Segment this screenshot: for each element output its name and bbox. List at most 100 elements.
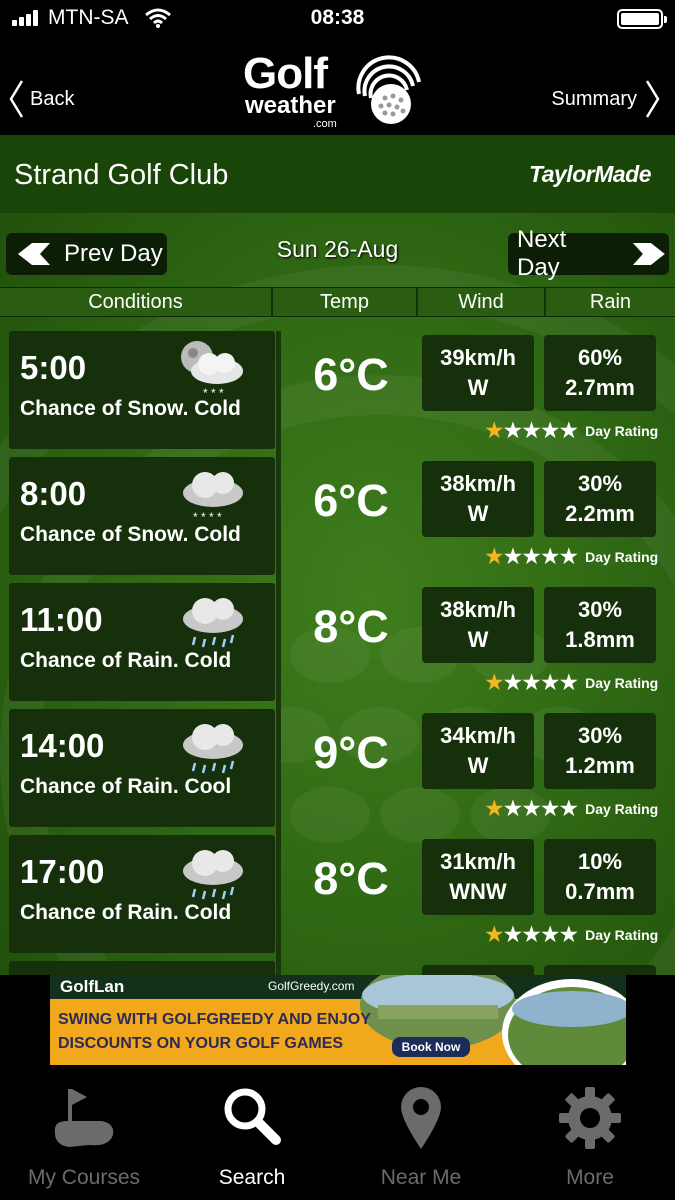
gear-icon [559, 1087, 621, 1149]
forecast-row[interactable]: 14:00 Chance of Rain. Cool 9°C 34km/h W … [0, 709, 675, 835]
day-rating: ★★★★★ Day Rating [484, 669, 658, 696]
forecast-row[interactable]: 8:00 Chance of Snow. Cold * * * * 6°C 38… [0, 457, 675, 583]
rain-cell: 30% 1.2mm [544, 713, 656, 789]
snow-cloud-icon: * * * * [183, 472, 243, 524]
conditions-cell: 8:00 Chance of Snow. Cold * * * * [9, 457, 275, 575]
wind-speed: 38km/h [440, 471, 516, 496]
day-rating: ★★★★★ Day Rating [484, 921, 658, 948]
forecast-time: 8:00 [20, 475, 87, 512]
star-rating-icon: ★★★★★ [484, 921, 579, 947]
summary-button[interactable]: Summary [551, 76, 661, 122]
next-day-label: Next Day [517, 226, 567, 281]
rain-amount: 2.2mm [565, 501, 635, 526]
golfweather-logo: Golf weather .com [243, 52, 428, 132]
temperature: 6°C [313, 349, 389, 400]
forecast-row[interactable]: 17:00 Chance of Rain. Cold 8°C 31km/h WN… [0, 835, 675, 961]
logo-text-weather: weather [245, 92, 336, 119]
wind-speed: 39km/h [440, 345, 516, 370]
ad-banner[interactable]: GolfLan GolfGreedy.com SWING WITH GOLFGR… [50, 975, 626, 1065]
wind-direction: W [467, 375, 489, 400]
sponsor-logo: TaylorMade [529, 161, 651, 187]
rain-chance: 60% [577, 345, 623, 370]
nav-bar: Back Golf weather .com Summary [0, 38, 675, 135]
tab-my-courses[interactable]: My Courses [0, 1065, 168, 1200]
chevron-right-icon [645, 80, 660, 118]
rain-chance: 30% [577, 471, 623, 496]
forecast-list: 5:00 Chance of Snow. Cold * * * 6°C 39km… [0, 331, 675, 975]
tab-more[interactable]: More [506, 1065, 674, 1200]
conditions-cell: 14:00 Chance of Rain. Cool [9, 709, 275, 827]
tab-label: More [566, 1166, 614, 1189]
wind-speed: 31km/h [440, 849, 516, 874]
battery-icon [617, 9, 667, 29]
temperature: 8°C [313, 853, 389, 904]
tab-label: Search [218, 1166, 286, 1189]
svg-text:* * *: * * * [203, 386, 224, 400]
star-rating-icon: ★★★★★ [484, 795, 579, 821]
conditions-cell [9, 961, 275, 975]
search-icon [224, 1088, 281, 1145]
back-button[interactable]: Back [8, 76, 74, 122]
logo-text-com: .com [313, 118, 337, 130]
header-wind: Wind [418, 288, 546, 316]
day-rating-label: Day Rating [585, 926, 659, 943]
star-rating-icon: ★★★★★ [484, 669, 579, 695]
rain-chance: 10% [577, 849, 623, 874]
column-divider [276, 331, 281, 457]
conditions-cell: 5:00 Chance of Snow. Cold * * * [9, 331, 275, 449]
wind-cell: 39km/h W [422, 335, 534, 411]
rain-cell: 10% 0.7mm [544, 839, 656, 915]
day-rating: ★★★★★ Day Rating [484, 543, 658, 570]
rain-amount: 0.7mm [565, 879, 635, 904]
temperature: 9°C [313, 727, 389, 778]
rain-cloud-icon [183, 850, 243, 900]
rain-cell: 60% 2.7mm [544, 335, 656, 411]
rain-amount: 1.2mm [565, 753, 635, 778]
wind-speed: 38km/h [440, 597, 516, 622]
day-rating-label: Day Rating [585, 674, 659, 691]
ad-headline-line2: DISCOUNTS ON YOUR GOLF GAMES [58, 1035, 344, 1052]
conditions-cell: 17:00 Chance of Rain. Cold [9, 835, 275, 953]
tab-bar: My Courses Search Near Me More [0, 1065, 675, 1200]
summary-label: Summary [551, 87, 637, 110]
column-divider [276, 835, 281, 961]
ad-book-now-button[interactable]: Book Now [392, 1037, 470, 1057]
column-headers: Conditions Temp Wind Rain [0, 287, 675, 317]
wind-cell: 38km/h W [422, 461, 534, 537]
next-day-button[interactable]: Next Day [508, 226, 669, 281]
rain-cell [544, 965, 656, 975]
star-rating-icon: ★★★★★ [484, 543, 579, 569]
wind-speed: 34km/h [440, 723, 516, 748]
ad-partner: GolfGreedy.com [268, 979, 355, 993]
forecast-time: 11:00 [20, 601, 103, 638]
tab-label: Near Me [380, 1166, 462, 1189]
forecast-row[interactable]: 5:00 Chance of Snow. Cold * * * 6°C 39km… [0, 331, 675, 457]
ad-headline-line1: SWING WITH GOLFGREEDY AND ENJOY [58, 1011, 371, 1028]
temperature: 8°C [313, 601, 389, 652]
club-name: Strand Golf Club [14, 159, 229, 191]
back-label: Back [30, 87, 75, 110]
forecast-row-partial[interactable] [0, 961, 675, 975]
forecast-row[interactable]: 11:00 Chance of Rain. Cold 8°C 38km/h W … [0, 583, 675, 709]
tab-near-me[interactable]: Near Me [337, 1065, 505, 1200]
header-temp: Temp [273, 288, 418, 316]
day-rating: ★★★★★ Day Rating [484, 417, 658, 444]
column-divider [276, 961, 281, 975]
wind-direction: W [467, 753, 489, 778]
wind-direction: W [467, 627, 489, 652]
club-header: Strand Golf Club TaylorMade [0, 135, 675, 213]
wind-cell [422, 965, 534, 975]
column-divider [276, 583, 281, 709]
day-rating-label: Day Rating [585, 548, 659, 565]
forecast-screen: Strand Golf Club TaylorMade Prev Day Sun… [0, 135, 675, 975]
wind-direction: W [467, 501, 489, 526]
column-divider [276, 709, 281, 835]
day-rating-label: Day Rating [585, 422, 659, 439]
wind-direction: WNW [449, 879, 507, 904]
rain-chance: 30% [577, 597, 623, 622]
rain-cell: 30% 1.8mm [544, 587, 656, 663]
forecast-time: 17:00 [20, 853, 105, 890]
location-pin-icon [401, 1087, 441, 1149]
star-rating-icon: ★★★★★ [484, 417, 579, 443]
tab-search[interactable]: Search [168, 1065, 336, 1200]
